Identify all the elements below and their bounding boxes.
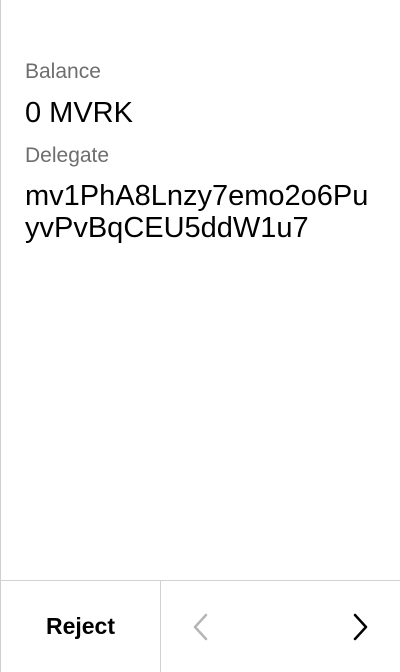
reject-button[interactable]: Reject [1,581,161,672]
footer-bar: Reject [1,580,400,672]
chevron-right-icon [353,613,368,640]
balance-label: Balance [25,60,101,83]
device-screen: Balance 0 MVRK Delegate mv1PhA8Lnzy7emo2… [0,0,400,672]
delegate-value: mv1PhA8Lnzy7emo2o6PuyvPvBqCEU5ddW1u7 [25,180,369,244]
next-page-button[interactable] [342,609,378,645]
previous-page-button[interactable] [183,609,219,645]
chevron-left-icon [193,613,208,640]
balance-value: 0 MVRK [25,97,133,129]
review-content: Balance 0 MVRK Delegate mv1PhA8Lnzy7emo2… [25,58,377,244]
page-navigation [161,581,400,672]
delegate-label: Delegate [25,144,110,167]
